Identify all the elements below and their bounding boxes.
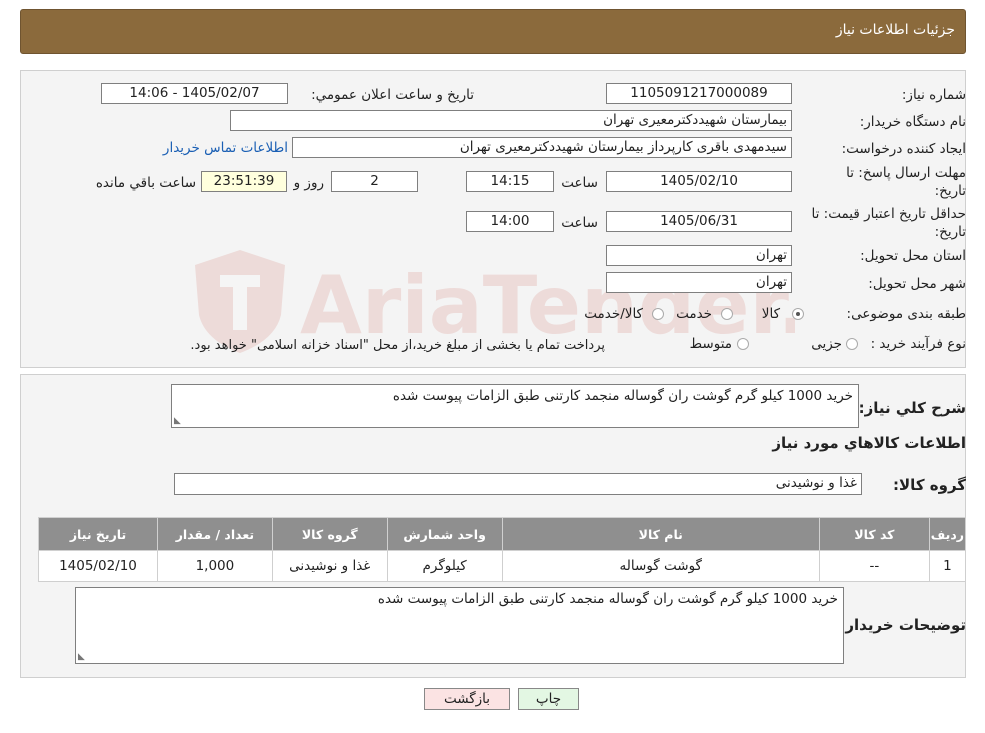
days-label: روز و	[293, 175, 324, 191]
cell-group: غذا و نوشیدنی	[271, 550, 388, 582]
buyer-notes-label: توضیحات خریدار:	[839, 616, 966, 634]
col-quantity: تعداد / مقدار	[156, 517, 273, 551]
purchase-option-medium: متوسط	[689, 336, 732, 352]
buyer-notes-textarea[interactable]: خرید 1000 کیلو گرم گوشت ران گوساله منجمد…	[75, 587, 844, 664]
cell-unit: کیلوگرم	[386, 550, 503, 582]
goods-table: رديف کد کالا نام کالا واحد شمارش گروه کا…	[38, 517, 967, 582]
cell-row-number: 1	[928, 550, 967, 582]
announce-field: 1405/02/07 - 14:06	[101, 83, 288, 104]
category-label: طبقه بندی موضوعی:	[846, 306, 966, 322]
purchase-note: پرداخت تمام یا بخشی از مبلغ خرید،از محل …	[190, 338, 605, 353]
buyer-org-field: بیمارستان شهیددکترمعیری تهران	[230, 110, 792, 131]
category-radio-service[interactable]	[721, 308, 733, 320]
validity-date-field: 1405/06/31	[606, 211, 792, 232]
deadline-label: مهلت ارسال پاسخ: تا تاریخ:	[846, 165, 966, 199]
table-row: 1 -- گوشت گوساله کیلوگرم غذا و نوشیدنی 1…	[38, 550, 967, 582]
deadline-time-label: ساعت	[561, 175, 598, 191]
description-textarea[interactable]: خرید 1000 کیلو گرم گوشت ران گوساله منجمد…	[171, 384, 859, 428]
category-radio-goods[interactable]	[792, 308, 804, 320]
goods-section-title: اطلاعات کالاهاي مورد نياز	[772, 434, 966, 452]
category-option-goods: کالا	[761, 306, 780, 322]
goods-group-field: غذا و نوشیدنی	[174, 473, 862, 495]
cell-item-name: گوشت گوساله	[501, 550, 820, 582]
category-option-service: خدمت	[676, 306, 712, 322]
validity-time-field: 14:00	[466, 211, 554, 232]
resize-grip-icon[interactable]: ◢	[174, 416, 181, 426]
purchase-type-label: نوع فرآیند خرید :	[870, 336, 966, 352]
cell-quantity: 1,000	[156, 550, 273, 582]
back-button[interactable]: بازگشت	[424, 688, 510, 710]
col-item-name: نام کالا	[501, 517, 820, 551]
description-text: خرید 1000 کیلو گرم گوشت ران گوساله منجمد…	[392, 388, 853, 404]
need-number-label: شماره نیاز:	[901, 87, 966, 103]
validity-label: حداقل تاریخ اعتبار قیمت: تا تاریخ:	[811, 206, 966, 240]
col-unit: واحد شمارش	[386, 517, 503, 551]
purchase-option-minor: جزیی	[811, 336, 842, 352]
creator-label: ایجاد کننده درخواست:	[841, 141, 966, 157]
creator-field: سیدمهدی باقری کارپرداز بیمارستان شهیددکت…	[292, 137, 792, 158]
purchase-radio-minor[interactable]	[846, 338, 858, 350]
cell-item-code: --	[818, 550, 930, 582]
description-label: شرح کلي نياز:	[858, 399, 966, 417]
page-header: جزئیات اطلاعات نیاز	[20, 9, 966, 54]
days-field: 2	[331, 171, 418, 192]
col-need-date: تاريخ نياز	[38, 517, 158, 551]
contact-buyer-link[interactable]: اطلاعات تماس خریدار	[163, 140, 288, 156]
province-label: استان محل تحویل:	[860, 248, 966, 264]
buyer-notes-text: خرید 1000 کیلو گرم گوشت ران گوساله منجمد…	[377, 591, 838, 607]
col-item-code: کد کالا	[818, 517, 930, 551]
remaining-label: ساعت باقي مانده	[95, 175, 196, 191]
deadline-time-field: 14:15	[466, 171, 554, 192]
province-field: تهران	[606, 245, 792, 266]
goods-group-label: گروه کالا:	[893, 476, 966, 494]
need-number-field: 1105091217000089	[606, 83, 792, 104]
cell-need-date: 1405/02/10	[38, 550, 158, 582]
announce-label: تاريخ و ساعت اعلان عمومي:	[311, 87, 474, 103]
deadline-date-field: 1405/02/10	[606, 171, 792, 192]
remaining-time-field: 23:51:39	[201, 171, 287, 192]
goods-table-header: رديف کد کالا نام کالا واحد شمارش گروه کا…	[38, 517, 967, 551]
col-group: گروه کالا	[271, 517, 388, 551]
buyer-org-label: نام دستگاه خریدار:	[859, 114, 966, 130]
validity-time-label: ساعت	[561, 215, 598, 231]
print-button[interactable]: چاپ	[518, 688, 579, 710]
city-label: شهر محل تحویل:	[868, 276, 966, 292]
category-option-goods-service: کالا/خدمت	[584, 306, 643, 322]
resize-grip-icon[interactable]: ◢	[78, 652, 85, 662]
purchase-radio-medium[interactable]	[737, 338, 749, 350]
col-row-number: رديف	[928, 517, 967, 551]
page-title: جزئیات اطلاعات نیاز	[835, 22, 955, 38]
city-field: تهران	[606, 272, 792, 293]
category-radio-goods-service[interactable]	[652, 308, 664, 320]
